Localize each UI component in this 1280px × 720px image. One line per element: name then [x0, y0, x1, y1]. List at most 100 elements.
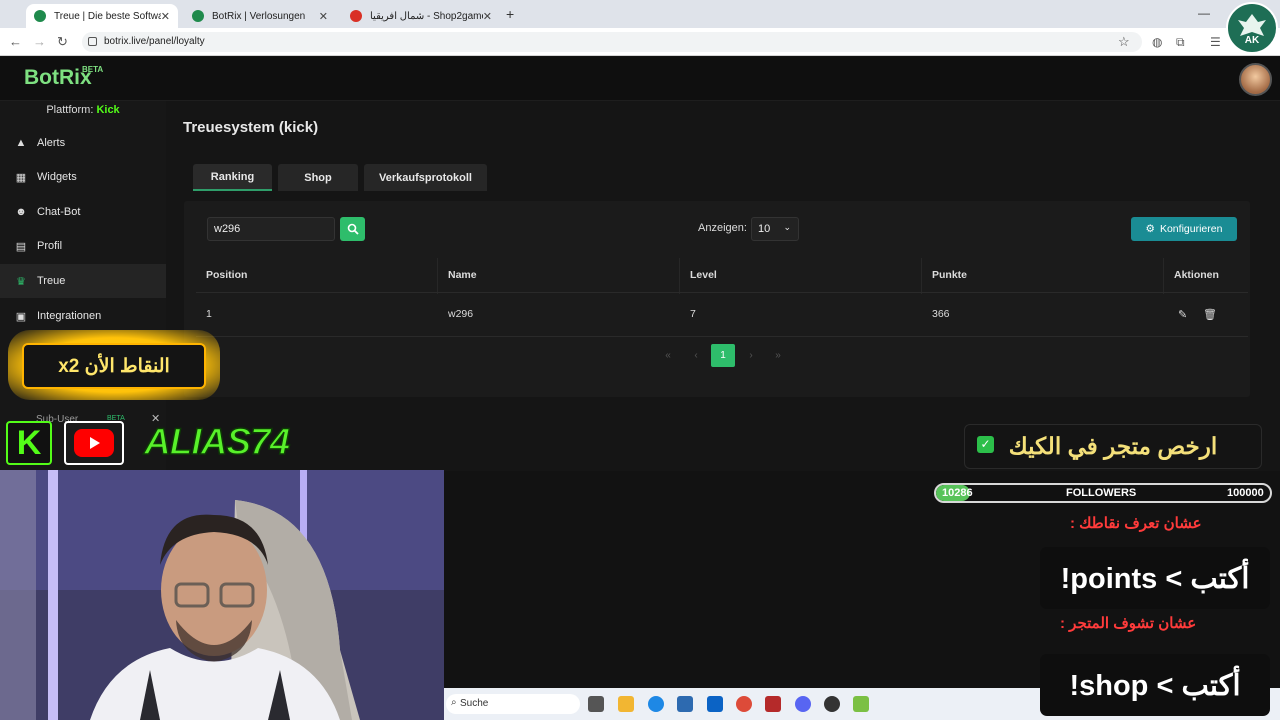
ak-overlay-logo: AK [1226, 2, 1278, 54]
outlook-icon[interactable] [707, 696, 723, 712]
bookmark-star-icon[interactable]: ☆ [1118, 34, 1130, 50]
page-size-select[interactable]: 10 ⌄ [751, 217, 799, 241]
sidebar-item-label: Widgets [37, 171, 77, 183]
svg-text:AK: AK [1245, 35, 1260, 46]
sidebar-item-label: Profil [37, 240, 63, 252]
cell-name: w296 [448, 308, 474, 320]
tab-ranking[interactable]: Ranking [193, 164, 272, 191]
configure-button[interactable]: ⚙ Konfigurieren [1131, 217, 1237, 241]
close-icon[interactable]: ✕ [483, 10, 492, 23]
browser-tab-shop2game[interactable]: شمال أفريقيا - Shop2game.com ✕ [342, 4, 500, 28]
chrome-icon[interactable] [736, 696, 752, 712]
obs-icon[interactable] [824, 696, 840, 712]
tab-title: BotRix | Verlosungen [212, 10, 306, 22]
column-divider [437, 258, 438, 294]
edit-pencil-icon[interactable]: ✎ [1178, 308, 1187, 321]
column-header-points[interactable]: Punkte [932, 269, 967, 281]
search-button[interactable] [340, 217, 365, 241]
sidebar-item-profile[interactable]: ▤ Profil [0, 229, 166, 263]
translate-icon[interactable]: ◍ [1152, 35, 1162, 49]
profile-card-icon: ▤ [15, 241, 27, 253]
followers-label: FOLLOWERS [1066, 487, 1137, 499]
sidebar-item-integrations[interactable]: ▣ Integrationen [0, 299, 166, 333]
tab-sales-log[interactable]: Verkaufsprotokoll [364, 164, 487, 191]
prev-page-icon[interactable]: ‹ [686, 347, 706, 365]
alert-icon: ▲ [15, 137, 27, 149]
reload-icon[interactable]: ↻ [57, 34, 68, 50]
sidebar-item-alerts[interactable]: ▲ Alerts [0, 126, 166, 160]
column-header-name[interactable]: Name [448, 269, 477, 281]
table-row-divider [196, 336, 1248, 337]
botrix-favicon-icon [34, 10, 46, 22]
sidebar-item-widgets[interactable]: ▦ Widgets [0, 160, 166, 194]
column-divider [1163, 258, 1164, 294]
cell-position: 1 [206, 308, 212, 320]
trophy-icon: ♛ [16, 276, 26, 288]
beta-badge: BETA [82, 65, 104, 74]
youtube-play-icon [74, 429, 114, 457]
forward-icon[interactable]: → [33, 34, 46, 49]
tab-title: Treue | Die beste Software zur C [54, 10, 161, 22]
minimize-icon[interactable]: — [1198, 6, 1210, 20]
close-icon[interactable]: ✕ [319, 10, 328, 23]
sidebar-item-label: Alerts [37, 137, 66, 149]
back-icon[interactable]: ← [9, 34, 22, 49]
app-header [0, 57, 1280, 101]
search-icon [347, 223, 359, 235]
botrix-favicon-icon [192, 10, 204, 22]
sidebar-item-label: Chat-Bot [37, 206, 81, 218]
bluestacks-icon[interactable] [853, 696, 869, 712]
new-tab-button[interactable]: + [506, 6, 514, 22]
sidebar-item-label: Treue [37, 275, 66, 287]
points-command-box: أكتب > points! [1040, 547, 1270, 609]
kick-logo-icon: K [6, 421, 52, 465]
extensions-icon[interactable]: ⧉ [1176, 35, 1185, 50]
column-header-level[interactable]: Level [690, 269, 717, 281]
site-info-icon[interactable] [88, 37, 97, 46]
store-promo-text: ارخص متجر في الكيك [1008, 433, 1218, 459]
tab-shop[interactable]: Shop [278, 164, 358, 191]
shop-command-box: أكتب > shop! [1040, 654, 1270, 716]
column-header-position[interactable]: Position [206, 269, 247, 281]
store-promo-banner: ارخص متجر في الكيك [964, 424, 1262, 469]
sidebar-item-loyalty[interactable]: ♛ Treue [0, 264, 166, 298]
followers-current: 10286 [942, 487, 973, 499]
file-explorer-icon[interactable] [618, 696, 634, 712]
show-label: Anzeigen: [698, 222, 747, 234]
sidebar-item-label: Integrationen [37, 310, 102, 322]
widgets-icon: ▦ [15, 172, 27, 184]
close-icon[interactable]: ✕ [161, 10, 170, 23]
taskbar-search[interactable]: Suche [446, 694, 580, 714]
edge-icon[interactable] [648, 696, 664, 712]
page-size-value: 10 [758, 223, 771, 235]
column-divider [921, 258, 922, 294]
platform-label: Plattform: [46, 104, 97, 116]
sidebar-item-chat-bot[interactable]: ☻ Chat-Bot [0, 195, 166, 229]
current-page[interactable]: 1 [711, 344, 735, 367]
discord-icon[interactable] [795, 696, 811, 712]
ak-emblem-icon: AK [1238, 14, 1266, 46]
search-input[interactable]: w296 [207, 217, 335, 241]
user-avatar[interactable] [1239, 63, 1272, 96]
channel-name: ALIAS74 [143, 420, 291, 463]
integrations-icon: ▣ [15, 311, 27, 323]
streamer-bot-icon[interactable] [765, 696, 781, 712]
shop-hint: عشان تشوف المتجر : [1060, 615, 1197, 632]
robot-icon: ☻ [15, 206, 27, 218]
webcam-feed [0, 470, 444, 720]
points-multiplier-banner: النقاط الأن x2 [22, 343, 206, 389]
address-bar[interactable]: botrix.live/panel/loyalty [82, 32, 1142, 52]
browser-tab-loyalty[interactable]: Treue | Die beste Software zur C ✕ [26, 4, 178, 28]
url-text: botrix.live/panel/loyalty [104, 36, 205, 47]
platform-indicator[interactable]: Plattform: Kick [0, 104, 166, 116]
delete-trash-icon[interactable]: 🗑 [1203, 308, 1217, 321]
browser-tab-giveaways[interactable]: BotRix | Verlosungen ✕ [184, 4, 336, 28]
next-page-icon[interactable]: › [741, 347, 761, 365]
menu-icon[interactable]: ☰ [1210, 35, 1221, 49]
store-icon[interactable] [677, 696, 693, 712]
first-page-icon[interactable]: « [658, 347, 678, 365]
gear-icon: ⚙ [1145, 223, 1155, 235]
search-icon: ⌕ [451, 697, 457, 708]
last-page-icon[interactable]: » [768, 347, 788, 365]
task-view-icon[interactable] [588, 696, 604, 712]
